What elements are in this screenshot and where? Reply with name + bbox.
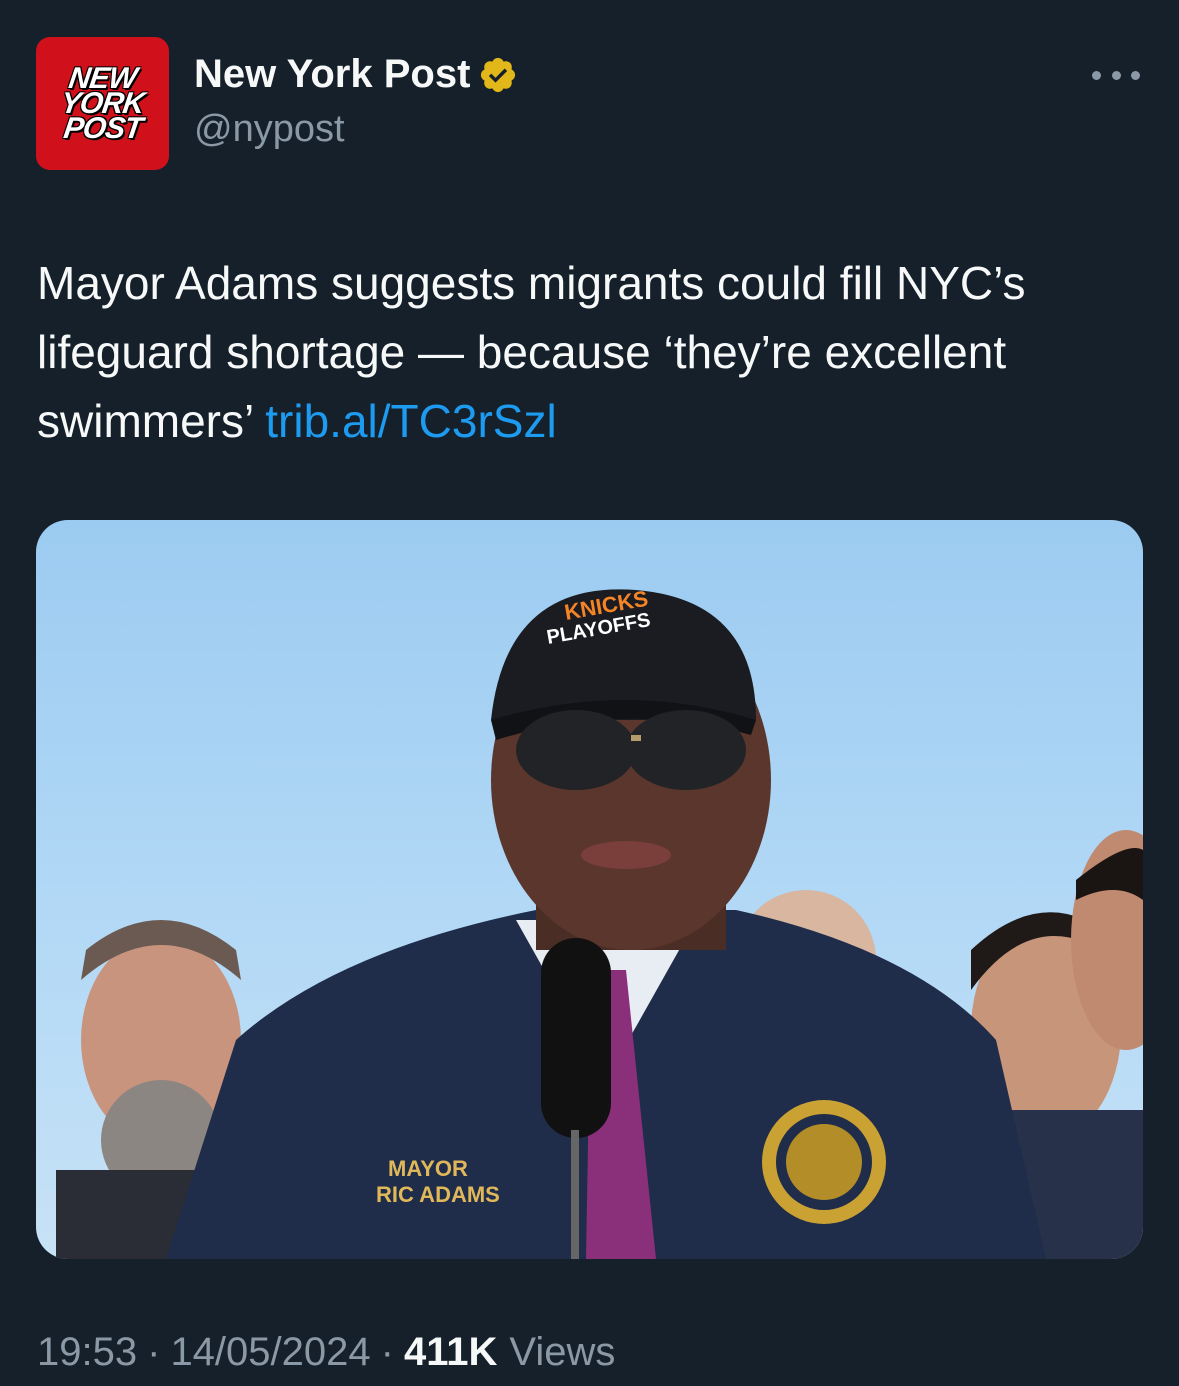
verified-badge-icon <box>481 57 516 92</box>
display-name[interactable]: New York Post <box>194 52 470 97</box>
dot <box>1131 70 1140 80</box>
post-link[interactable]: trib.al/TC3rSzl <box>265 395 556 447</box>
post-text: Mayor Adams suggests migrants could fill… <box>37 249 1147 456</box>
separator: · <box>147 1330 161 1374</box>
separator: · <box>380 1330 394 1374</box>
avatar[interactable]: NEW YORK POST <box>36 37 169 170</box>
microphone <box>541 938 611 1138</box>
views-count: 411K <box>403 1330 498 1374</box>
logo-line: POST <box>61 112 144 145</box>
author-name-row[interactable]: New York Post <box>194 52 518 97</box>
dot <box>1092 70 1101 80</box>
sunglasses <box>516 710 636 790</box>
jacket-text-mayor: MAYOR <box>388 1156 468 1181</box>
post-photo[interactable]: KNICKS PLAYOFFS MAYOR RIC ADAMS <box>36 520 1143 1259</box>
photo-illustration: KNICKS PLAYOFFS MAYOR RIC ADAMS <box>56 586 1143 1259</box>
jacket-text-name: RIC ADAMS <box>376 1182 500 1207</box>
post-date[interactable]: 14/05/2024 <box>170 1330 370 1375</box>
post-meta: 19:53 · 14/05/2024 · 411K Views <box>37 1330 615 1375</box>
author-handle[interactable]: @nypost <box>194 108 345 151</box>
post-time[interactable]: 19:53 <box>37 1330 137 1375</box>
more-options-icon[interactable] <box>1092 60 1140 90</box>
dot <box>1111 70 1121 80</box>
views-label: Views <box>509 1330 616 1374</box>
